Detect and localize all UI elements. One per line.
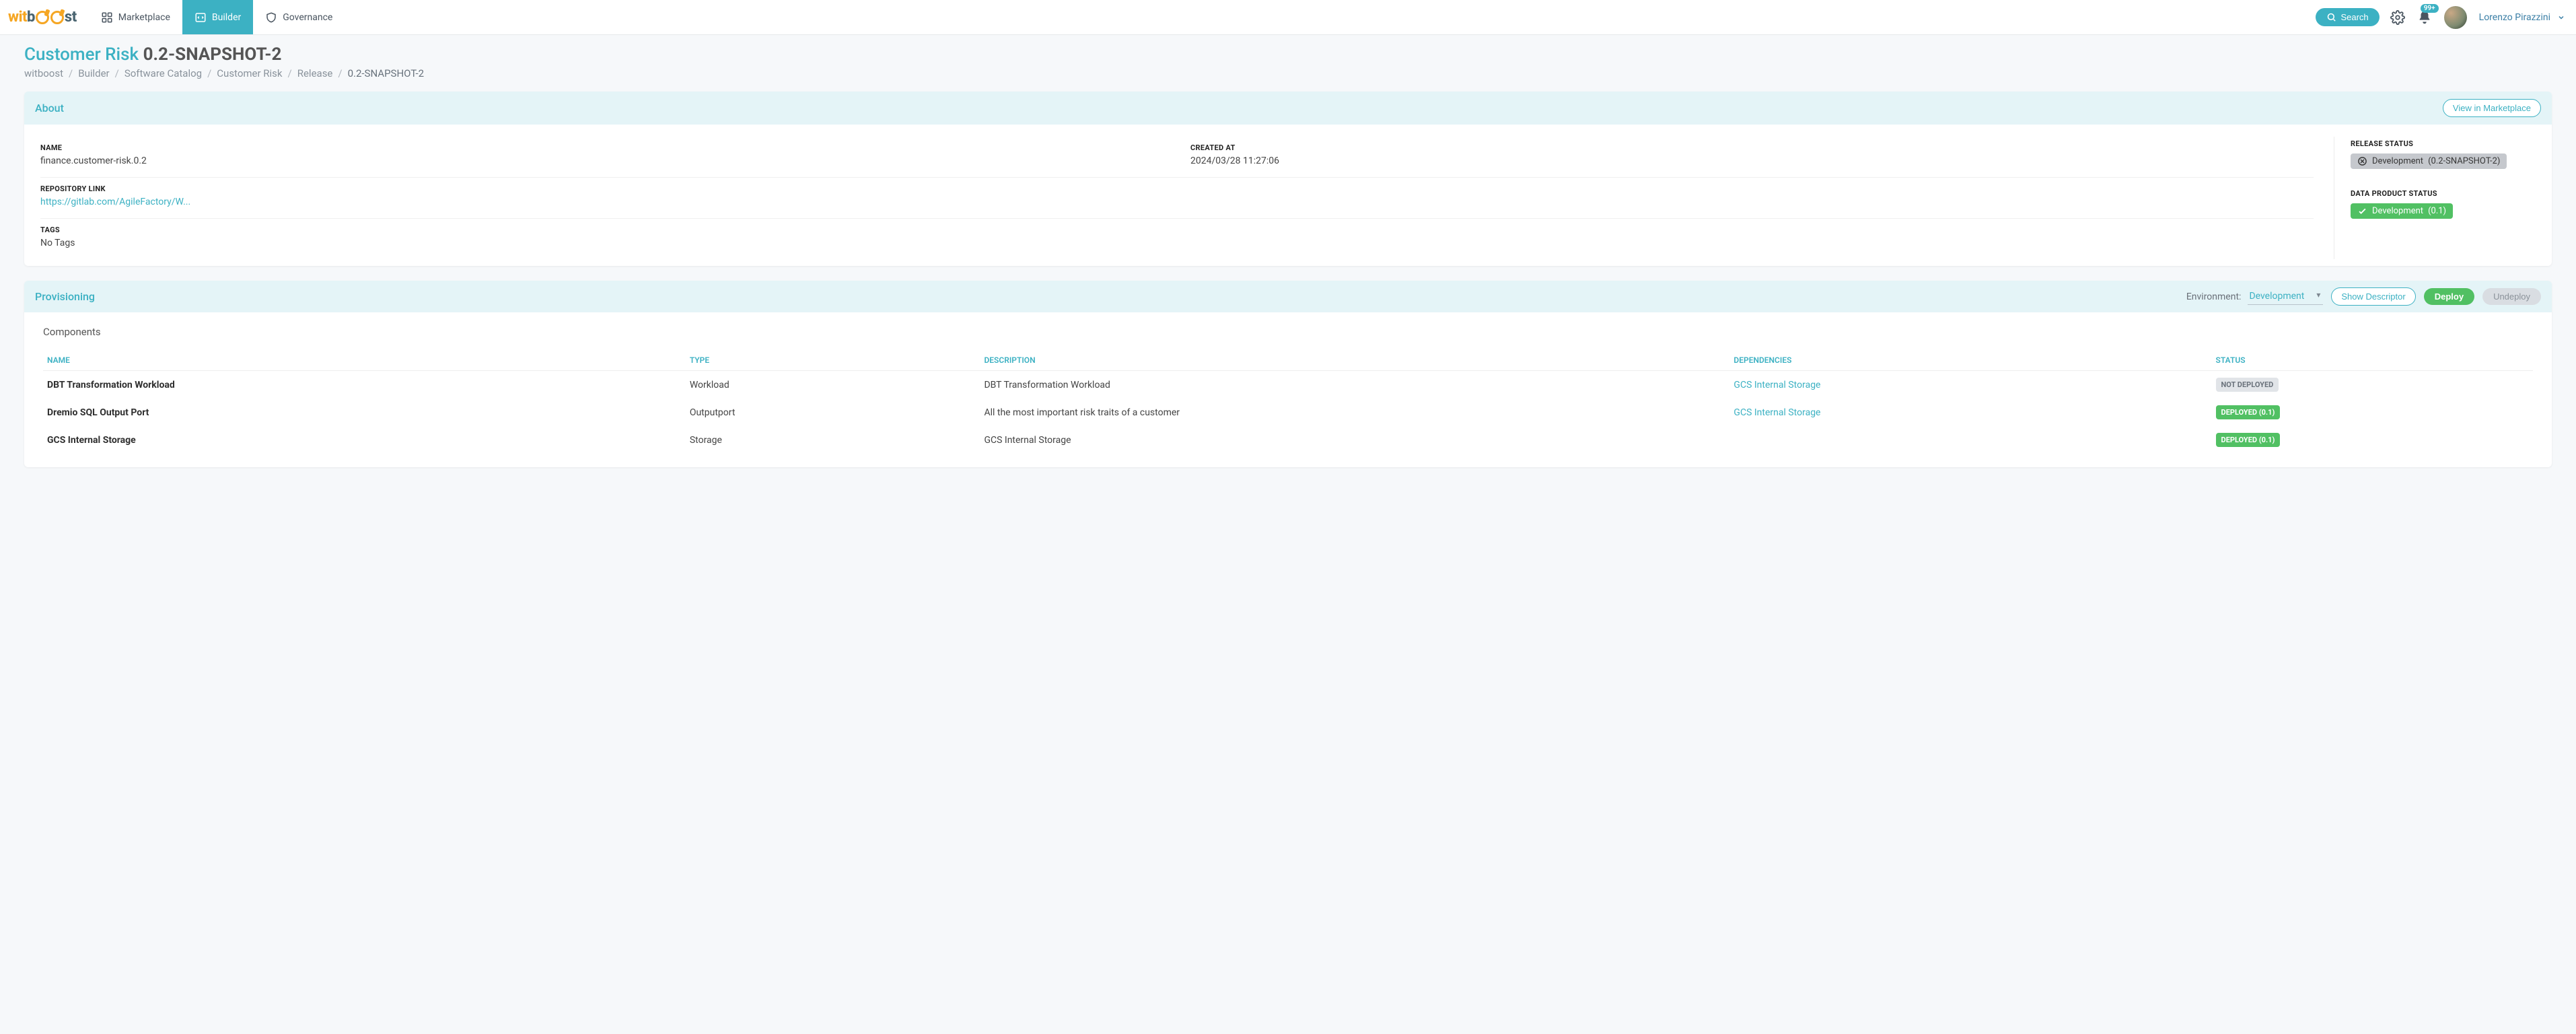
comp-type: Storage	[686, 426, 980, 454]
user-menu[interactable]: Lorenzo Pirazzini	[2479, 12, 2565, 23]
about-side: RELEASE STATUS Development (0.2-SNAPSHOT…	[2334, 137, 2536, 259]
created-label: CREATED AT	[1190, 143, 2314, 152]
top-actions: 99+ Lorenzo Pirazzini	[2390, 6, 2565, 29]
nav-label: Builder	[212, 12, 241, 23]
tags-value: No Tags	[40, 238, 2314, 248]
comp-name: DBT Transformation Workload	[43, 371, 686, 399]
notif-badge: 99+	[2421, 4, 2439, 13]
breadcrumb-item[interactable]: witboost	[24, 67, 63, 79]
nav-marketplace[interactable]: Marketplace	[89, 0, 182, 34]
nav-label: Governance	[283, 12, 332, 23]
comp-type: Workload	[686, 371, 980, 399]
search-button[interactable]: Search	[2316, 8, 2379, 26]
status-badge: NOT DEPLOYED	[2216, 378, 2279, 392]
breadcrumb-item[interactable]: Builder	[78, 67, 109, 79]
dependency-link[interactable]: GCS Internal Storage	[1733, 407, 1820, 418]
grid-icon	[101, 11, 113, 24]
col-name[interactable]: NAME	[43, 350, 686, 371]
table-row: Dremio SQL Output Port Outputport All th…	[43, 399, 2533, 426]
col-status[interactable]: STATUS	[2212, 350, 2533, 371]
table-row: GCS Internal Storage Storage GCS Interna…	[43, 426, 2533, 454]
logo[interactable]: witbst	[8, 9, 77, 26]
avatar[interactable]	[2444, 6, 2467, 29]
col-dep[interactable]: DEPENDENCIES	[1729, 350, 2211, 371]
release-status-label: RELEASE STATUS	[2351, 139, 2536, 148]
env-dropdown[interactable]: Development	[2248, 288, 2323, 305]
chevron-down-icon	[2557, 13, 2565, 22]
main-nav: Marketplace Builder Governance	[89, 0, 345, 34]
page: Customer Risk 0.2-SNAPSHOT-2 witboost/ B…	[0, 35, 2576, 509]
env-label: Environment:	[2186, 291, 2242, 302]
comp-name: Dremio SQL Output Port	[43, 399, 686, 426]
undeploy-button: Undeploy	[2482, 288, 2541, 305]
cancel-circle-icon	[2357, 156, 2367, 166]
search-icon	[2326, 12, 2336, 22]
topbar: witbst Marketplace Builder Governance Se…	[0, 0, 2576, 35]
created-value: 2024/03/28 11:27:06	[1190, 156, 2314, 166]
breadcrumb: witboost/ Builder/ Software Catalog/ Cus…	[24, 67, 2552, 79]
provisioning-header: Provisioning Environment: Development Sh…	[24, 281, 2552, 312]
breadcrumb-current: 0.2-SNAPSHOT-2	[348, 67, 425, 79]
deploy-button[interactable]: Deploy	[2424, 288, 2474, 305]
table-row: DBT Transformation Workload Workload DBT…	[43, 371, 2533, 399]
nav-governance[interactable]: Governance	[253, 0, 345, 34]
col-type[interactable]: TYPE	[686, 350, 980, 371]
comp-name: GCS Internal Storage	[43, 426, 686, 454]
dp-status-text: Development	[2372, 206, 2423, 216]
show-descriptor-button[interactable]: Show Descriptor	[2331, 287, 2415, 306]
comp-type: Outputport	[686, 399, 980, 426]
title-name: Customer Risk	[24, 44, 139, 65]
status-badge: DEPLOYED (0.1)	[2216, 405, 2281, 419]
release-status-chip: Development (0.2-SNAPSHOT-2)	[2351, 153, 2507, 169]
dependency-link[interactable]: GCS Internal Storage	[1733, 380, 1820, 390]
environment-selector: Environment: Development	[2186, 288, 2324, 305]
about-main: NAME finance.customer-risk.0.2 CREATED A…	[40, 137, 2334, 259]
settings-button[interactable]	[2390, 10, 2405, 25]
breadcrumb-item[interactable]: Software Catalog	[124, 67, 202, 79]
name-value: finance.customer-risk.0.2	[40, 156, 1164, 166]
components-subtitle: Components	[43, 326, 2533, 338]
code-icon	[194, 11, 207, 24]
comp-desc: GCS Internal Storage	[980, 426, 1729, 454]
provisioning-title: Provisioning	[35, 290, 95, 303]
check-icon	[2357, 206, 2367, 216]
search-label: Search	[2340, 12, 2368, 22]
notifications-button[interactable]: 99+	[2417, 10, 2432, 25]
comp-desc: DBT Transformation Workload	[980, 371, 1729, 399]
col-desc[interactable]: DESCRIPTION	[980, 350, 1729, 371]
repo-link[interactable]: https://gitlab.com/AgileFactory/W...	[40, 197, 2314, 207]
tags-label: TAGS	[40, 226, 2314, 234]
provisioning-panel: Provisioning Environment: Development Sh…	[24, 281, 2552, 467]
title-version: 0.2-SNAPSHOT-2	[143, 44, 282, 65]
dp-status-label: DATA PRODUCT STATUS	[2351, 189, 2536, 198]
release-status-text: Development	[2372, 156, 2423, 166]
breadcrumb-item[interactable]: Customer Risk	[217, 67, 282, 79]
release-status-version: (0.2-SNAPSHOT-2)	[2428, 156, 2500, 166]
nav-builder[interactable]: Builder	[182, 0, 253, 34]
shield-icon	[265, 11, 277, 24]
dp-status-chip: Development (0.1)	[2351, 203, 2453, 219]
page-title: Customer Risk 0.2-SNAPSHOT-2	[24, 44, 2552, 65]
status-badge: DEPLOYED (0.1)	[2216, 433, 2281, 447]
nav-label: Marketplace	[118, 12, 170, 23]
breadcrumb-item[interactable]: Release	[297, 67, 333, 79]
comp-desc: All the most important risk traits of a …	[980, 399, 1729, 426]
dp-status-version: (0.1)	[2428, 206, 2446, 216]
about-title: About	[35, 102, 64, 114]
about-panel: About View in Marketplace NAME finance.c…	[24, 92, 2552, 266]
user-name-label: Lorenzo Pirazzini	[2479, 12, 2550, 23]
view-in-marketplace-button[interactable]: View in Marketplace	[2443, 99, 2541, 117]
components-table: NAME TYPE DESCRIPTION DEPENDENCIES STATU…	[43, 350, 2533, 454]
about-header: About View in Marketplace	[24, 92, 2552, 125]
repo-label: REPOSITORY LINK	[40, 184, 2314, 193]
name-label: NAME	[40, 143, 1164, 152]
